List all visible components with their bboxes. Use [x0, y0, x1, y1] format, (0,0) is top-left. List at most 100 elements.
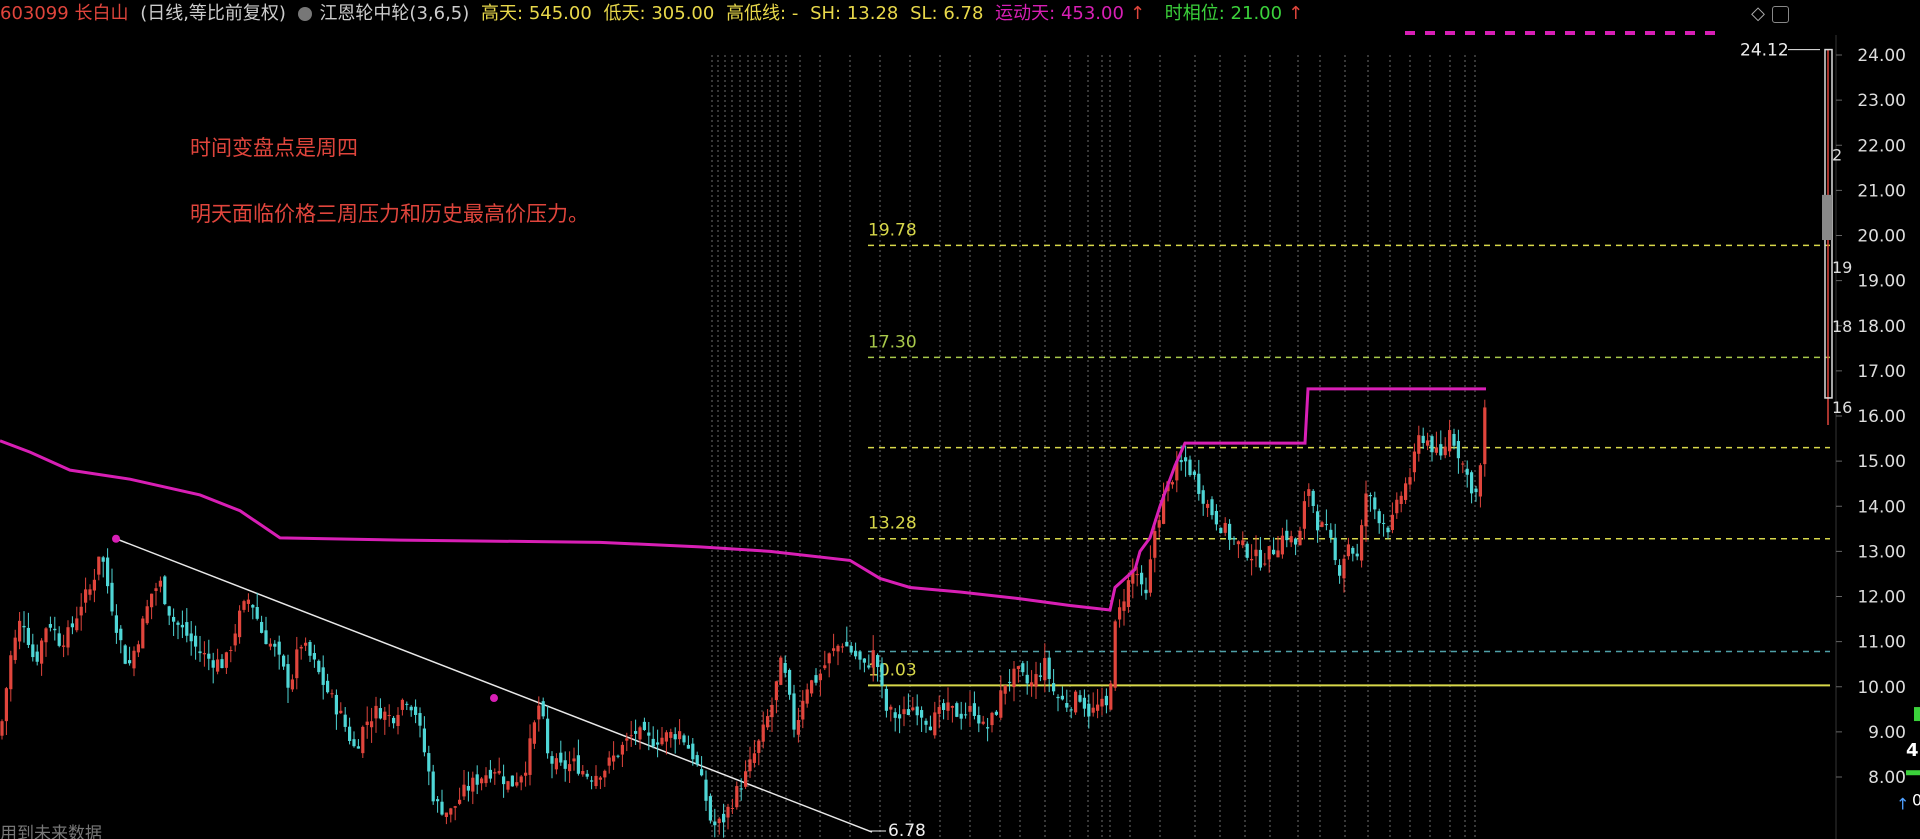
candle-body-296	[1302, 501, 1306, 529]
top-dash-15	[1705, 31, 1715, 35]
candle-body-284	[1250, 558, 1254, 561]
candle-body-168	[739, 788, 743, 790]
candle-body-292	[1285, 530, 1289, 541]
candlestick-chart[interactable]: 19.78 17.30 13.28 10.03 24.12 6.78 用到未来数据 24.…	[0, 0, 1920, 839]
candle-body-262	[1153, 531, 1157, 558]
candle-body-161	[708, 796, 712, 821]
candle-body-282	[1241, 540, 1245, 546]
candle-body-244	[1074, 691, 1078, 713]
candle-body-72	[317, 660, 321, 673]
candle-body-311	[1368, 495, 1372, 497]
candle-body-256	[1126, 580, 1130, 608]
top-dash-11	[1625, 31, 1635, 35]
candle-body-127	[559, 752, 563, 763]
top-dash-3	[1465, 31, 1475, 35]
candle-body-188	[827, 653, 831, 664]
candle-body-175	[770, 704, 774, 718]
candle-body-227	[999, 690, 1003, 718]
candle-body-295	[1298, 530, 1302, 546]
candle-body-115	[506, 781, 510, 790]
candle-body-163	[717, 818, 721, 824]
candle-body-249	[1096, 704, 1100, 711]
candle-body-98	[431, 771, 435, 802]
candle-body-29	[128, 660, 132, 664]
candle-body-37	[163, 576, 167, 605]
candle-body-108	[475, 774, 479, 785]
trend-mid-marker	[490, 694, 498, 703]
candle-body-248	[1091, 707, 1095, 713]
candle-body-202	[889, 706, 893, 710]
candle-body-130	[572, 758, 576, 762]
top-dash-9	[1585, 31, 1595, 35]
candle-body-270	[1188, 459, 1192, 476]
top-dash-6	[1525, 31, 1535, 35]
candle-body-273	[1201, 490, 1205, 504]
candle-body-131	[576, 755, 580, 774]
candle-body-119	[524, 772, 528, 776]
candle-body-8	[35, 651, 39, 662]
candle-body-329	[1448, 430, 1452, 452]
candle-body-156	[686, 744, 690, 749]
partial-price-label-0: 2	[1832, 145, 1842, 164]
candle-body-228	[1003, 685, 1007, 694]
candle-body-189	[832, 648, 836, 651]
axis-tick-label-8: 16.00	[1857, 407, 1906, 427]
candle-body-206	[906, 709, 910, 716]
candle-body-321	[1412, 451, 1416, 473]
candle-body-324	[1426, 440, 1430, 446]
candle-body-190	[836, 645, 840, 652]
candle-body-114	[502, 776, 506, 785]
candle-body-297	[1307, 489, 1311, 496]
candle-body-183	[805, 689, 809, 704]
candle-body-106	[466, 785, 470, 791]
candle-body-60	[264, 630, 268, 645]
candle-body-77	[339, 710, 343, 714]
candle-body-24	[106, 557, 110, 587]
candle-body-260	[1144, 589, 1148, 594]
candle-body-145	[638, 727, 642, 740]
edge-value-1: 4	[1906, 740, 1919, 761]
candle-body-15	[66, 627, 70, 648]
candle-body-312	[1373, 497, 1377, 510]
candle-body-226	[994, 711, 998, 715]
candle-body-58	[255, 606, 259, 619]
candle-body-153	[673, 734, 677, 740]
level-label-1: 17.30	[868, 332, 917, 352]
candle-body-243	[1069, 709, 1073, 711]
candle-body-35	[154, 588, 158, 591]
candle-body-220	[968, 705, 972, 712]
candle-body-335	[1474, 488, 1478, 493]
candle-body-116	[510, 775, 514, 787]
candle-body-187	[823, 665, 827, 669]
candle-body-132	[581, 770, 585, 775]
candle-body-36	[158, 580, 162, 587]
candle-body-171	[752, 753, 756, 763]
candle-body-13	[57, 633, 61, 646]
candle-body-333	[1465, 468, 1469, 475]
candle-body-266	[1170, 482, 1174, 485]
candle-body-283	[1245, 543, 1249, 558]
candle-body-211	[928, 726, 932, 731]
candle-body-182	[801, 700, 805, 720]
candle-body-306	[1346, 544, 1350, 557]
candle-body-236	[1038, 675, 1042, 677]
candle-body-87	[383, 711, 387, 720]
candle-body-73	[321, 667, 325, 685]
candle-body-4	[18, 620, 22, 642]
axis-tick-label-10: 14.00	[1857, 497, 1906, 517]
candle-body-139	[612, 755, 616, 762]
candle-body-33	[145, 606, 149, 624]
candle-body-39	[172, 616, 176, 622]
candle-body-61	[268, 643, 272, 647]
candle-body-71	[312, 653, 316, 660]
candle-body-125	[550, 756, 554, 764]
candle-body-291	[1280, 535, 1284, 555]
candle-body-80	[352, 739, 356, 747]
candle-body-9	[40, 640, 44, 664]
candle-body-289	[1272, 549, 1276, 555]
candle-body-331	[1456, 440, 1460, 459]
candle-body-45	[198, 651, 202, 654]
candle-body-322	[1417, 435, 1421, 454]
candle-body-69	[304, 642, 308, 646]
candle-body-102	[449, 808, 453, 815]
